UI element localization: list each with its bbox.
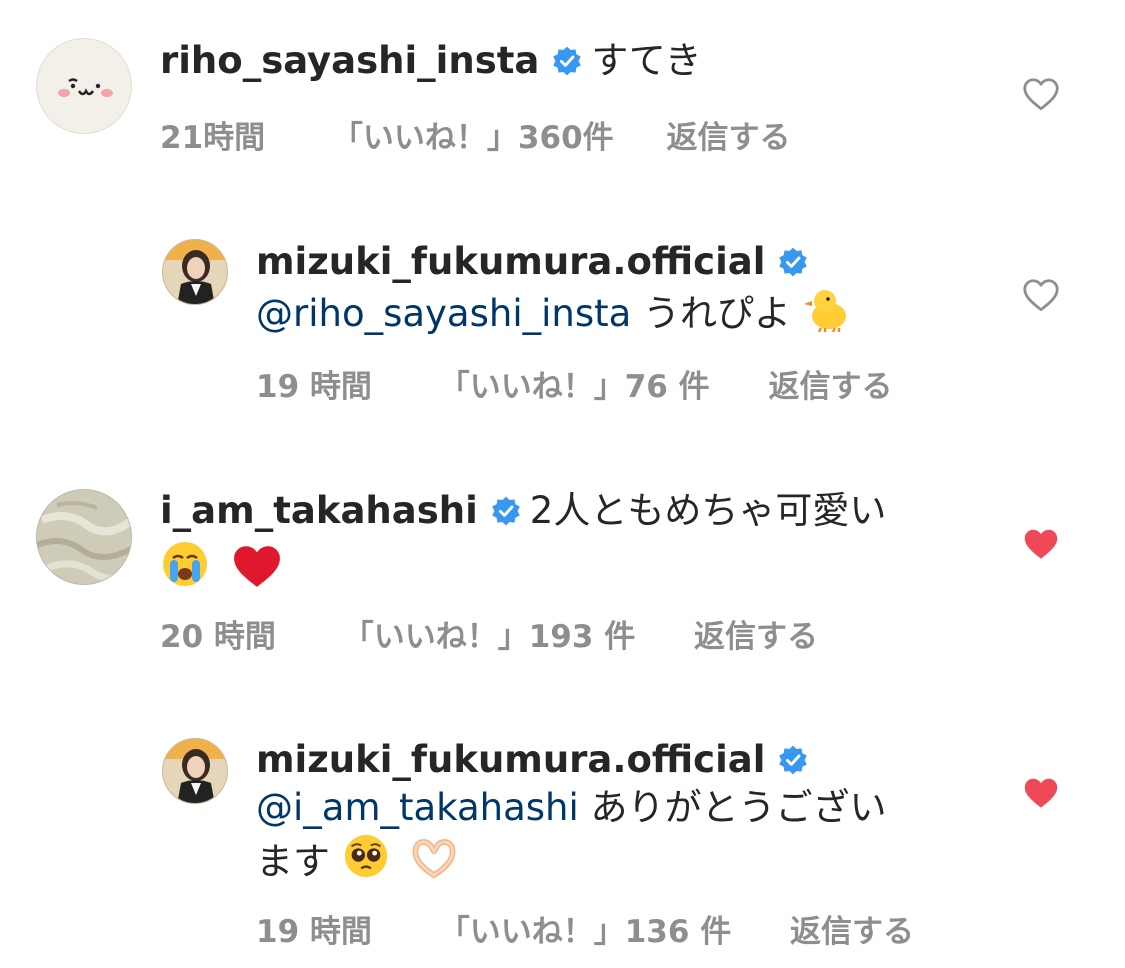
reply-button[interactable]: 返信する — [694, 611, 818, 656]
person-photo-avatar-icon — [163, 240, 227, 304]
avatar[interactable] — [36, 489, 132, 585]
reply-text: うれぴよ — [643, 292, 792, 335]
heart-hands-emoji-icon — [412, 839, 455, 879]
loudly-crying-face-emoji-icon — [163, 542, 207, 586]
textured-avatar-icon — [37, 490, 131, 584]
reply-button[interactable]: 返信する — [666, 112, 790, 157]
mention-link[interactable]: @i_am_takahashi — [256, 786, 579, 829]
comment-text: すてき — [591, 39, 702, 82]
comment-likes[interactable]: 「いいね！」193 件 — [343, 611, 636, 656]
avatar[interactable] — [162, 239, 228, 305]
comment-text: 2人ともめちゃ可愛い — [529, 489, 887, 532]
reply-text-continued: ます — [256, 840, 330, 883]
person-photo-avatar-icon — [163, 739, 227, 803]
reply-time: 19 時間 — [256, 369, 372, 405]
mention-link[interactable]: @riho_sayashi_insta — [256, 292, 631, 335]
comment-username[interactable]: riho_sayashi_insta — [160, 39, 539, 82]
reply-time: 19 時間 — [256, 914, 372, 950]
avatar[interactable] — [36, 38, 132, 134]
comment-likes[interactable]: 「いいね！」360件 — [332, 112, 614, 157]
heart-filled-icon[interactable] — [1022, 527, 1060, 561]
reply-button[interactable]: 返信する — [790, 906, 914, 951]
verified-badge-icon — [779, 745, 808, 775]
avatar[interactable] — [162, 738, 228, 804]
verified-badge-icon — [779, 247, 808, 277]
chick-emoji-icon — [803, 290, 846, 332]
pleading-face-emoji-icon — [344, 834, 387, 878]
comment-time: 20 時間 — [160, 619, 276, 655]
reply-likes[interactable]: 「いいね！」76 件 — [439, 361, 710, 406]
comment-time: 21時間 — [160, 120, 266, 156]
verified-badge-icon — [492, 496, 520, 526]
reply-button[interactable]: 返信する — [768, 361, 892, 406]
heart-outline-icon[interactable] — [1022, 77, 1060, 111]
cute-face-avatar-icon — [58, 78, 113, 97]
comment-username[interactable]: i_am_takahashi — [160, 489, 478, 532]
red-heart-emoji-icon — [233, 546, 280, 587]
heart-filled-icon[interactable] — [1022, 776, 1060, 810]
heart-outline-icon[interactable] — [1022, 278, 1060, 312]
verified-badge-icon — [553, 46, 582, 76]
reply-text: ありがとうござい — [590, 786, 887, 829]
reply-likes[interactable]: 「いいね！」136 件 — [439, 906, 732, 951]
reply-username[interactable]: mizuki_fukumura.official — [256, 240, 765, 283]
reply-username[interactable]: mizuki_fukumura.official — [256, 738, 765, 781]
